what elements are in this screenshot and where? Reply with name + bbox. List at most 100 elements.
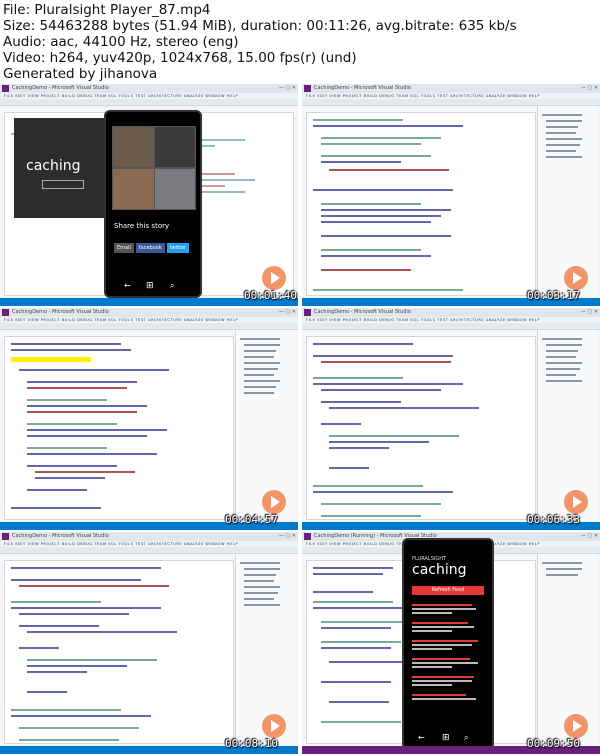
phone-emulator[interactable]: PLURALSIGHT caching Refresh Feed ← ⊞ ⌕: [402, 538, 494, 750]
solution-item[interactable]: [244, 580, 274, 582]
solution-item[interactable]: [244, 350, 276, 352]
start-icon[interactable]: ⊞: [146, 281, 154, 291]
back-icon[interactable]: ←: [418, 733, 425, 742]
toolbar[interactable]: [0, 99, 298, 106]
window-controls[interactable]: — ▢ ✕: [279, 85, 296, 91]
feed-item[interactable]: [412, 658, 470, 660]
feed-item[interactable]: [412, 640, 478, 642]
feed-item[interactable]: [412, 622, 468, 624]
solution-item[interactable]: [244, 386, 276, 388]
solution-item[interactable]: [546, 344, 582, 346]
code-line: [321, 137, 441, 139]
solution-item[interactable]: [542, 338, 582, 340]
toolbar[interactable]: [302, 99, 600, 106]
solution-item[interactable]: [244, 368, 278, 370]
search-icon[interactable]: ⌕: [170, 281, 174, 291]
feed-item[interactable]: [412, 694, 466, 696]
window-controls[interactable]: — ▢ ✕: [581, 85, 598, 91]
thumbnail-4[interactable]: CachingDemo - Microsoft Visual Studio — ▢…: [302, 308, 600, 530]
solution-item[interactable]: [546, 150, 576, 152]
editor-tabs[interactable]: [4, 330, 234, 345]
play-icon[interactable]: [564, 266, 588, 290]
toolbar[interactable]: [0, 323, 298, 330]
code-editor[interactable]: [306, 336, 536, 520]
solution-item[interactable]: [244, 574, 276, 576]
thumbnail-1[interactable]: CachingDemo - Microsoft Visual Studio — ▢…: [0, 84, 298, 306]
solution-item[interactable]: [542, 114, 582, 116]
code-editor[interactable]: [4, 336, 234, 520]
editor-tabs[interactable]: [306, 330, 536, 345]
window-controls[interactable]: — ▢ ✕: [581, 533, 598, 539]
back-icon[interactable]: ←: [124, 281, 131, 290]
toolbar[interactable]: [302, 323, 600, 330]
visual-studio-icon: [304, 533, 311, 540]
editor-tabs[interactable]: [4, 554, 234, 569]
facebook-button[interactable]: facebook: [135, 243, 165, 253]
solution-explorer[interactable]: [235, 330, 296, 520]
toolbar[interactable]: [0, 547, 298, 554]
solution-item[interactable]: [546, 380, 582, 382]
start-icon[interactable]: ⊞: [442, 733, 450, 743]
solution-item[interactable]: [244, 374, 274, 376]
window-controls[interactable]: — ▢ ✕: [279, 533, 296, 539]
play-icon[interactable]: [564, 490, 588, 514]
play-icon[interactable]: [262, 714, 286, 738]
solution-item[interactable]: [244, 586, 280, 588]
solution-item[interactable]: [546, 356, 576, 358]
feed-item-subtitle: [412, 698, 476, 700]
refresh-feed-button[interactable]: Refresh Feed: [412, 586, 484, 595]
solution-item[interactable]: [546, 568, 582, 570]
solution-item[interactable]: [244, 392, 274, 394]
email-button[interactable]: Email: [114, 243, 134, 253]
solution-item[interactable]: [546, 574, 578, 576]
solution-explorer[interactable]: [537, 106, 598, 296]
solution-item[interactable]: [546, 368, 580, 370]
feed-item[interactable]: [412, 604, 472, 606]
solution-explorer[interactable]: [537, 330, 598, 520]
app-caption: caching: [412, 562, 467, 578]
solution-explorer[interactable]: [235, 554, 296, 744]
feed-item-subtitle: [412, 680, 472, 682]
solution-item[interactable]: [546, 362, 582, 364]
solution-item[interactable]: [244, 598, 274, 600]
solution-item[interactable]: [542, 562, 582, 564]
thumbnail-2[interactable]: CachingDemo - Microsoft Visual Studio — ▢…: [302, 84, 600, 306]
solution-item[interactable]: [244, 604, 280, 606]
thumbnail-5[interactable]: CachingDemo - Microsoft Visual Studio — ▢…: [0, 532, 298, 754]
code-line: [321, 681, 391, 683]
solution-item[interactable]: [240, 338, 280, 340]
phone-emulator[interactable]: Share this story Email facebook twitter ← …: [104, 110, 202, 298]
solution-item[interactable]: [546, 120, 582, 122]
solution-item[interactable]: [546, 126, 578, 128]
solution-item[interactable]: [244, 356, 274, 358]
phone-screen: PLURALSIGHT caching Refresh Feed: [408, 550, 488, 726]
code-editor[interactable]: [4, 560, 234, 744]
solution-item[interactable]: [244, 592, 278, 594]
solution-explorer[interactable]: [537, 554, 598, 744]
feed-item[interactable]: [412, 676, 474, 678]
play-icon[interactable]: [262, 266, 286, 290]
code-line: [321, 423, 361, 425]
window-controls[interactable]: — ▢ ✕: [581, 309, 598, 315]
window-controls[interactable]: — ▢ ✕: [279, 309, 296, 315]
thumbnail-6[interactable]: CachingDemo (Running) - Microsoft Visual…: [302, 532, 600, 754]
code-editor[interactable]: [306, 112, 536, 296]
solution-item[interactable]: [240, 562, 280, 564]
solution-item[interactable]: [546, 156, 582, 158]
solution-item[interactable]: [546, 138, 582, 140]
solution-item[interactable]: [244, 568, 280, 570]
solution-item[interactable]: [244, 344, 280, 346]
play-icon[interactable]: [262, 490, 286, 514]
solution-item[interactable]: [546, 350, 578, 352]
editor-tabs[interactable]: [306, 106, 536, 121]
solution-item[interactable]: [546, 374, 576, 376]
twitter-button[interactable]: twitter: [166, 243, 190, 253]
solution-item[interactable]: [244, 362, 280, 364]
solution-item[interactable]: [244, 380, 280, 382]
thumbnail-3[interactable]: CachingDemo - Microsoft Visual Studio — ▢…: [0, 308, 298, 530]
solution-item[interactable]: [546, 132, 576, 134]
search-icon[interactable]: ⌕: [464, 733, 468, 743]
solution-item[interactable]: [546, 144, 580, 146]
play-icon[interactable]: [564, 714, 588, 738]
code-line: [19, 647, 59, 649]
